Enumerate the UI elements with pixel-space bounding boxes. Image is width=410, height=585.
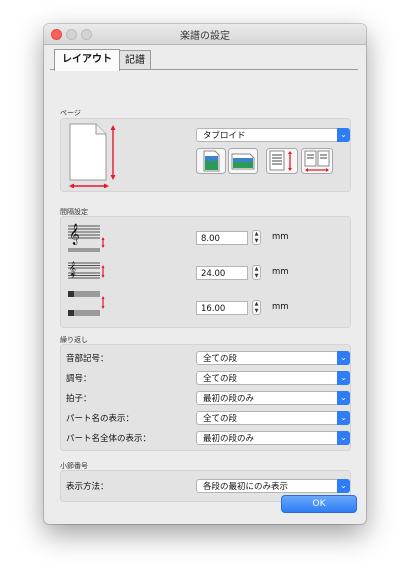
chevron-down-icon: ⌄ [337, 351, 350, 365]
chevron-down-icon: ⌄ [337, 431, 350, 445]
staff-spacing-stepper[interactable]: ▲ ▼ [252, 230, 261, 245]
staff-spacing-diagram: 𝄞 𝄞 𝄢 [68, 224, 105, 316]
part-name-select[interactable]: 全ての段 ⌄ [196, 411, 350, 425]
page-size-diagram [69, 123, 116, 188]
ok-button[interactable]: OK [281, 495, 357, 513]
tab-layout[interactable]: レイアウト [54, 49, 120, 71]
system-spacing-stepper[interactable]: ▲ ▼ [252, 300, 261, 315]
clef-select-value: 全ての段 [203, 354, 238, 364]
treble-clef-icon: 𝄞 [69, 224, 80, 245]
landscape-icon[interactable] [228, 148, 258, 174]
page-section-label: ページ [60, 109, 81, 117]
time-signature-select-value: 最初の段のみ [203, 394, 255, 404]
clef-select[interactable]: 全ての段 ⌄ [196, 351, 350, 365]
display-method-label: 表示方法： [66, 482, 109, 492]
full-part-name-label: パート名全体の表示： [66, 434, 152, 444]
chevron-down-icon: ⌄ [337, 371, 350, 385]
clef-label: 音部記号： [66, 354, 109, 364]
full-part-name-select[interactable]: 最初の段のみ ⌄ [196, 431, 350, 445]
staff-spacing-field[interactable]: 8.00 [196, 231, 248, 245]
key-signature-select[interactable]: 全ての段 ⌄ [196, 371, 350, 385]
unit-label: mm [272, 302, 289, 312]
time-signature-label: 拍子： [66, 394, 92, 404]
page-size-value: タブロイド [203, 131, 246, 141]
svg-text:𝄢: 𝄢 [70, 272, 76, 283]
time-signature-select[interactable]: 最初の段のみ ⌄ [196, 391, 350, 405]
part-name-select-value: 全ての段 [203, 414, 238, 424]
display-method-select[interactable]: 各段の最初にのみ表示 ⌄ [196, 479, 350, 493]
full-part-name-select-value: 最初の段のみ [203, 434, 255, 444]
tab-content: ページ タブロイド ⌄ 間隔設定 𝄞 𝄞 𝄢 8.00 ▲ ▼ mm 24.00… [50, 69, 358, 518]
key-signature-select-value: 全ての段 [203, 374, 238, 384]
page-width-icon[interactable] [301, 148, 333, 174]
unit-label: mm [272, 267, 289, 277]
key-signature-label: 調号： [66, 374, 92, 384]
chevron-down-icon: ⌄ [337, 128, 350, 142]
score-settings-window: 楽譜の設定 レイアウト 記譜 ページ タブロイド ⌄ 間隔設定 𝄞 𝄞 𝄢 8.… [44, 24, 366, 524]
part-name-label: パート名の表示： [66, 414, 135, 424]
chevron-down-icon: ⌄ [337, 479, 350, 493]
chevron-down-icon: ⌄ [337, 411, 350, 425]
system-spacing-field[interactable]: 16.00 [196, 301, 248, 315]
grand-staff-spacing-field[interactable]: 24.00 [196, 266, 248, 280]
chevron-down-icon: ⌄ [337, 391, 350, 405]
tab-notation[interactable]: 記譜 [119, 50, 151, 70]
display-method-select-value: 各段の最初にのみ表示 [203, 482, 289, 492]
page-height-icon[interactable] [266, 148, 298, 174]
portrait-icon[interactable] [196, 148, 226, 174]
window-title: 楽譜の設定 [180, 31, 230, 42]
grand-staff-spacing-stepper[interactable]: ▲ ▼ [252, 265, 261, 280]
unit-label: mm [272, 232, 289, 242]
page-size-select[interactable]: タブロイド ⌄ [196, 128, 350, 142]
title-bar: 楽譜の設定 [44, 24, 366, 45]
